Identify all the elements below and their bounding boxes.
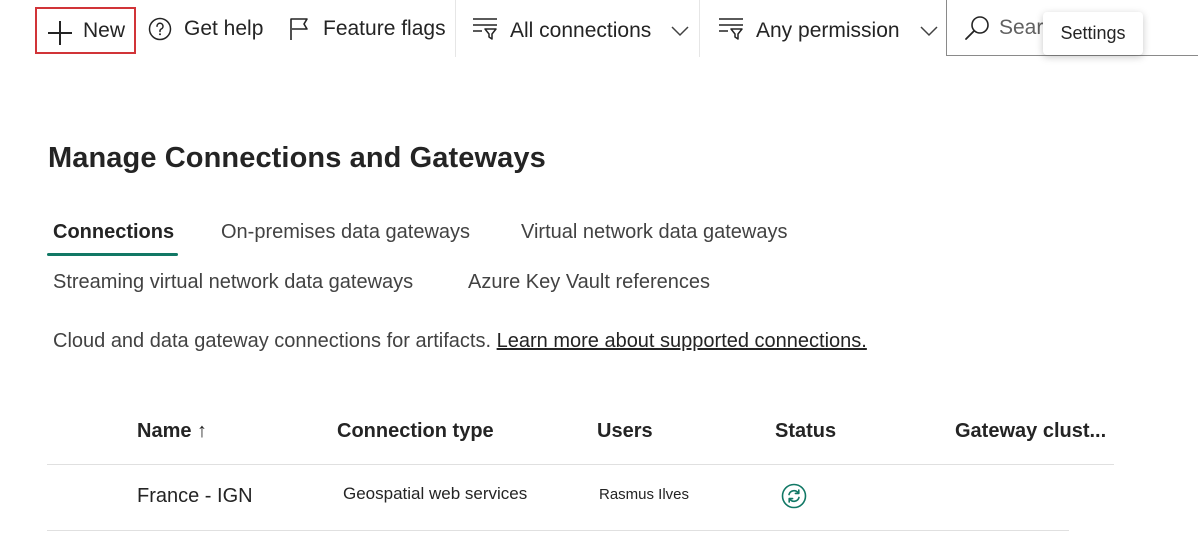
permission-filter-label: Any permission [756,18,900,42]
column-header-gateway-cluster[interactable]: Gateway clust... [955,420,1106,443]
row-divider [47,530,1069,531]
tab-virtual-network-gateways[interactable]: Virtual network data gateways [521,221,787,244]
chevron-down-icon [920,19,938,43]
tab-streaming-vnet-gateways[interactable]: Streaming virtual network data gateways [53,271,413,294]
feature-flags-label: Feature flags [323,17,446,40]
new-button[interactable]: New [35,7,136,54]
chevron-down-icon [671,19,689,43]
header-divider [47,464,1114,465]
new-button-label: New [83,19,126,42]
learn-more-link[interactable]: Learn more about supported connections. [497,330,867,352]
cell-users: Rasmus Ilves [599,486,690,503]
column-header-status[interactable]: Status [775,420,836,443]
flag-icon [289,17,311,41]
feature-flags-button[interactable]: Feature flags [289,0,446,58]
column-header-name[interactable]: Name ↑ [137,420,207,443]
column-header-connection-type[interactable]: Connection type [337,420,494,443]
page-description: Cloud and data gateway connections for a… [53,330,867,353]
filter-icon [718,16,744,46]
description-text: Cloud and data gateway connections for a… [53,330,492,352]
sync-icon [781,483,807,514]
tab-connections[interactable]: Connections [53,221,174,244]
page-title: Manage Connections and Gateways [48,142,546,174]
connections-filter-label: All connections [510,18,652,42]
search-icon [964,15,990,46]
tab-azure-key-vault[interactable]: Azure Key Vault references [468,271,710,294]
get-help-button[interactable]: Get help [148,0,263,58]
plus-icon [46,19,74,47]
tab-on-premises-gateways[interactable]: On-premises data gateways [221,221,470,244]
toolbar-divider [455,0,456,57]
settings-tooltip: Settings [1043,12,1143,55]
get-help-label: Get help [184,17,264,40]
help-circle-icon [148,17,172,41]
column-header-users[interactable]: Users [597,420,653,443]
permission-filter-dropdown[interactable]: Any permission [718,2,938,59]
cell-connection-type: Geospatial web services [343,484,528,503]
cell-name[interactable]: France - IGN [137,485,253,508]
active-tab-indicator [47,253,178,256]
toolbar-divider [699,0,700,57]
connections-filter-dropdown[interactable]: All connections [472,2,689,59]
filter-icon [472,16,498,46]
